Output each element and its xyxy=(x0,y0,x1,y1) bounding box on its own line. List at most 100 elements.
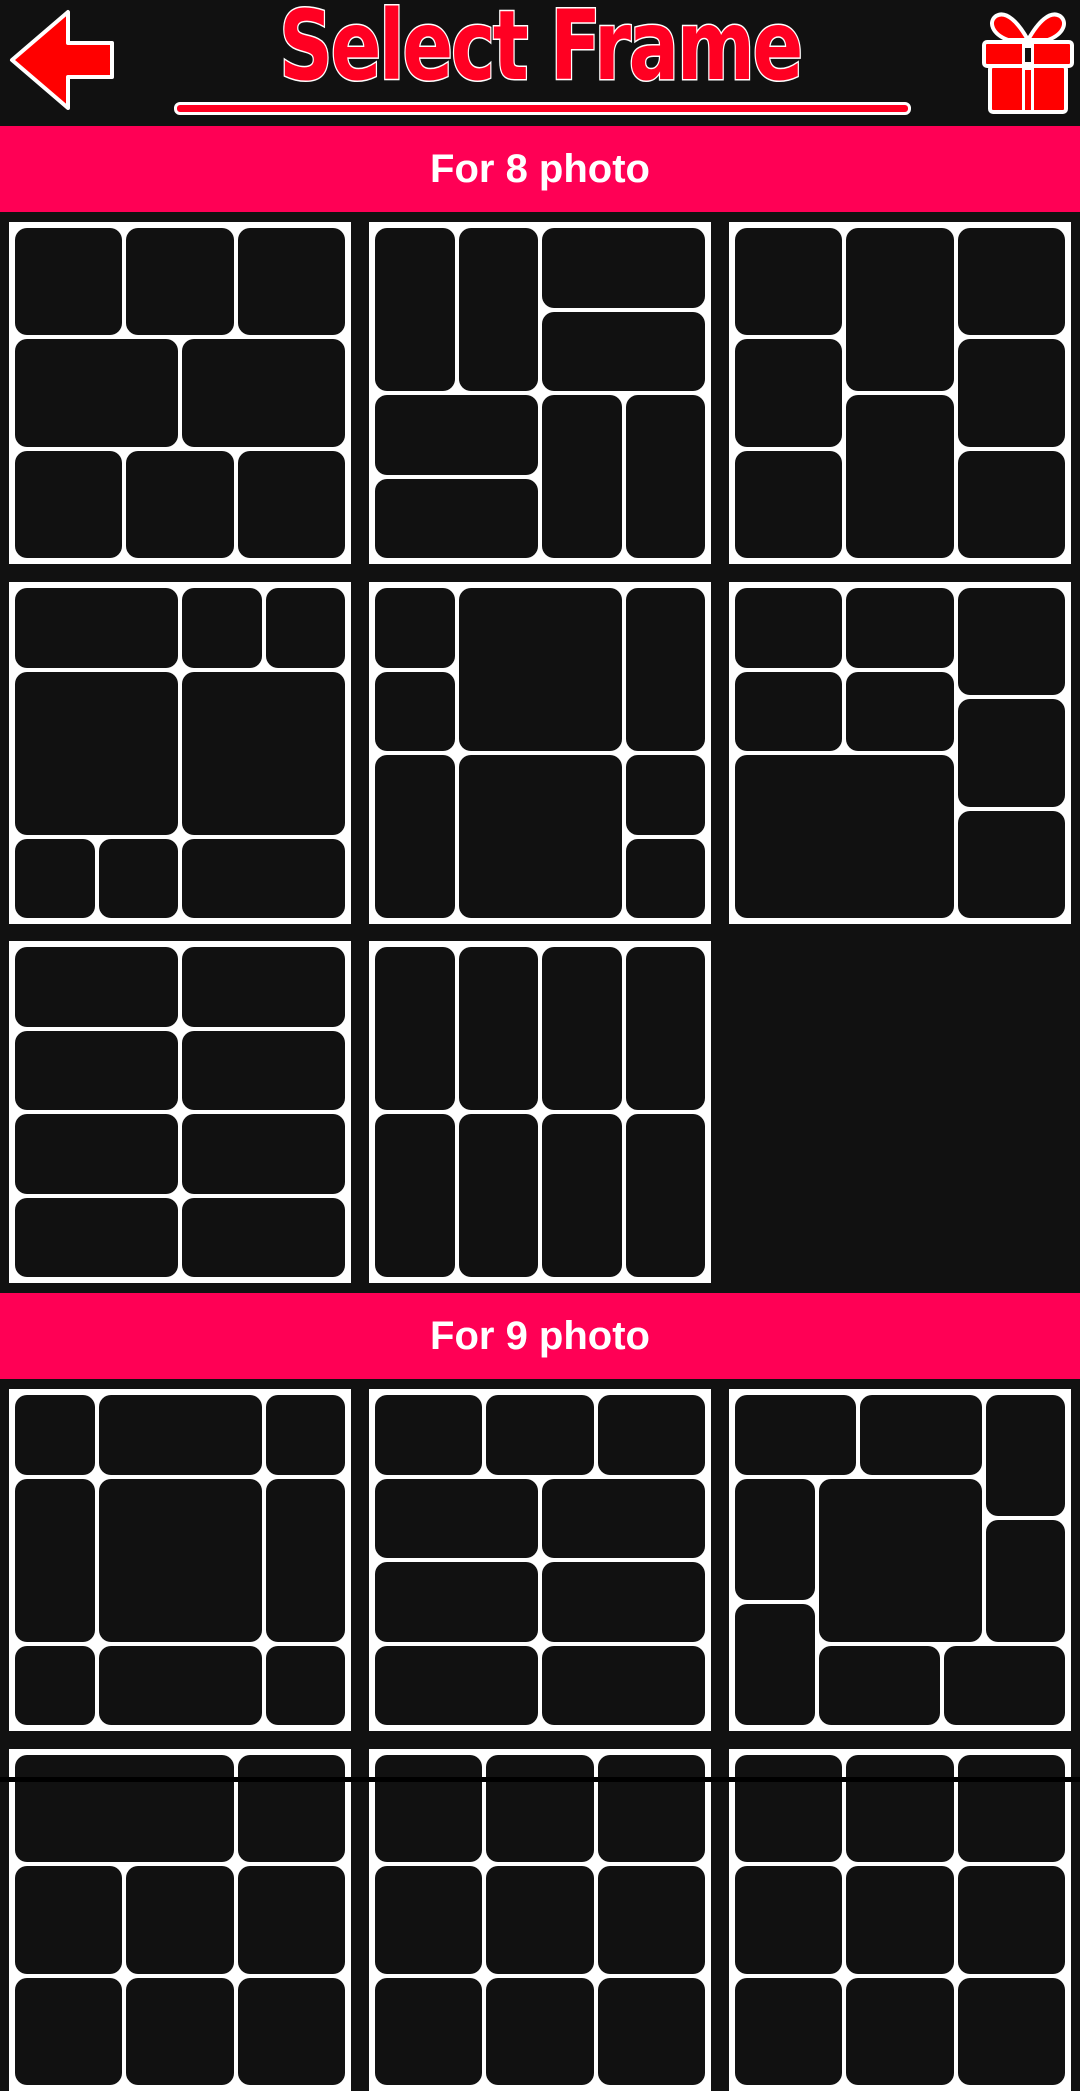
frame-photo-slot xyxy=(957,339,1065,447)
frame-photo-slot xyxy=(15,947,178,1027)
frame-photo-slot xyxy=(265,1645,345,1725)
frame-photo-slot xyxy=(735,755,954,918)
frame-photo-slot xyxy=(15,671,178,835)
frame-9-6[interactable] xyxy=(729,1749,1071,2091)
frame-photo-slot xyxy=(486,1977,594,2085)
frame-photo-slot xyxy=(126,1866,234,1974)
frame-photo-slot xyxy=(985,1520,1065,1642)
frame-9-4[interactable] xyxy=(9,1749,351,2091)
frame-photo-slot xyxy=(375,588,455,668)
frame-photo-slot xyxy=(265,588,345,668)
frame-photo-slot xyxy=(957,810,1065,918)
frame-photo-slot xyxy=(985,1395,1065,1517)
app-header: Select Frame xyxy=(0,0,1080,126)
frame-photo-slot xyxy=(957,699,1065,807)
frame-photo-slot xyxy=(458,1114,538,1277)
frame-photo-slot xyxy=(735,1603,815,1725)
frame-photo-slot xyxy=(15,588,178,668)
frame-photo-slot xyxy=(375,755,455,918)
frame-photo-slot xyxy=(846,1977,954,2085)
frame-photo-slot xyxy=(957,1977,1065,2085)
frame-8-2[interactable] xyxy=(369,222,711,564)
gift-button[interactable] xyxy=(978,4,1078,116)
frame-photo-slot xyxy=(237,1977,345,2085)
frame-photo-slot xyxy=(182,947,345,1027)
frame-photo-slot xyxy=(625,838,705,918)
frame-photo-slot xyxy=(486,1866,594,1974)
frame-8-6[interactable] xyxy=(729,582,1071,924)
frame-9-3[interactable] xyxy=(729,1389,1071,1731)
frame-photo-slot xyxy=(98,1645,262,1725)
frame-photo-slot xyxy=(542,395,622,558)
frame-photo-slot xyxy=(182,671,345,835)
frame-photo-slot xyxy=(846,1755,954,1863)
frame-photo-slot xyxy=(126,228,234,336)
frame-photo-slot xyxy=(735,339,843,447)
frame-photo-slot xyxy=(860,1395,982,1475)
frame-photo-slot xyxy=(818,1645,940,1725)
frame-photo-slot xyxy=(542,1645,705,1725)
frame-photo-slot xyxy=(375,1977,483,2085)
frame-photo-slot xyxy=(375,1755,483,1863)
frame-photo-slot xyxy=(735,228,843,336)
frame-8-4[interactable] xyxy=(9,582,351,924)
frame-photo-slot xyxy=(625,947,705,1110)
frame-9-5[interactable] xyxy=(369,1749,711,2091)
frame-photo-slot xyxy=(375,228,455,391)
frame-photo-slot xyxy=(375,947,455,1110)
frame-photo-slot xyxy=(15,339,178,447)
frame-photo-slot xyxy=(375,1395,483,1475)
frame-photo-slot xyxy=(98,1478,262,1642)
frame-8-5[interactable] xyxy=(369,582,711,924)
frame-photo-slot xyxy=(458,947,538,1110)
frame-photo-slot xyxy=(375,395,538,475)
frame-photo-slot xyxy=(542,1562,705,1642)
frame-photo-slot xyxy=(375,1645,538,1725)
bottom-edge xyxy=(0,1777,1080,1782)
frame-9-1[interactable] xyxy=(9,1389,351,1731)
frame-photo-slot xyxy=(846,395,954,558)
frame-photo-slot xyxy=(957,1866,1065,1974)
frame-photo-slot xyxy=(15,450,123,558)
frame-photo-slot xyxy=(375,671,455,751)
back-button[interactable] xyxy=(6,8,116,112)
frame-photo-slot xyxy=(597,1395,705,1475)
frame-8-7[interactable] xyxy=(9,941,351,1283)
frame-9-2[interactable] xyxy=(369,1389,711,1731)
frame-photo-slot xyxy=(182,1030,345,1110)
frame-8-3[interactable] xyxy=(729,222,1071,564)
frame-photo-slot xyxy=(735,1478,815,1600)
frame-photo-slot xyxy=(182,588,262,668)
frame-photo-slot xyxy=(486,1395,594,1475)
frame-photo-slot xyxy=(237,1755,345,1863)
page-title: Select Frame xyxy=(278,0,805,102)
frame-photo-slot xyxy=(625,395,705,558)
frame-photo-slot xyxy=(542,228,705,308)
frame-photo-slot xyxy=(237,228,345,336)
frame-8-1[interactable] xyxy=(9,222,351,564)
frame-photo-slot xyxy=(597,1977,705,2085)
frame-photo-slot xyxy=(126,1977,234,2085)
frame-photo-slot xyxy=(15,1755,234,1863)
frame-photo-slot xyxy=(846,228,954,391)
frame-photo-slot xyxy=(15,838,95,918)
frame-photo-slot xyxy=(375,1562,538,1642)
frame-photo-slot xyxy=(15,1395,95,1475)
frame-photo-slot xyxy=(98,838,178,918)
frame-photo-slot xyxy=(542,1114,622,1277)
frame-photo-slot xyxy=(182,838,345,918)
frame-photo-slot xyxy=(735,588,843,668)
frame-photo-slot xyxy=(735,450,843,558)
frame-photo-slot xyxy=(458,588,622,751)
frame-photo-slot xyxy=(458,228,538,391)
frame-photo-slot xyxy=(98,1395,262,1475)
frame-photo-slot xyxy=(625,1114,705,1277)
frame-photo-slot xyxy=(15,1645,95,1725)
frame-photo-slot xyxy=(15,1114,178,1194)
frame-photo-slot xyxy=(265,1395,345,1475)
frame-8-8[interactable] xyxy=(369,941,711,1283)
frame-photo-slot xyxy=(957,450,1065,558)
frame-photo-slot xyxy=(846,1866,954,1974)
frame-photo-slot xyxy=(625,755,705,835)
frame-photo-slot xyxy=(625,588,705,751)
